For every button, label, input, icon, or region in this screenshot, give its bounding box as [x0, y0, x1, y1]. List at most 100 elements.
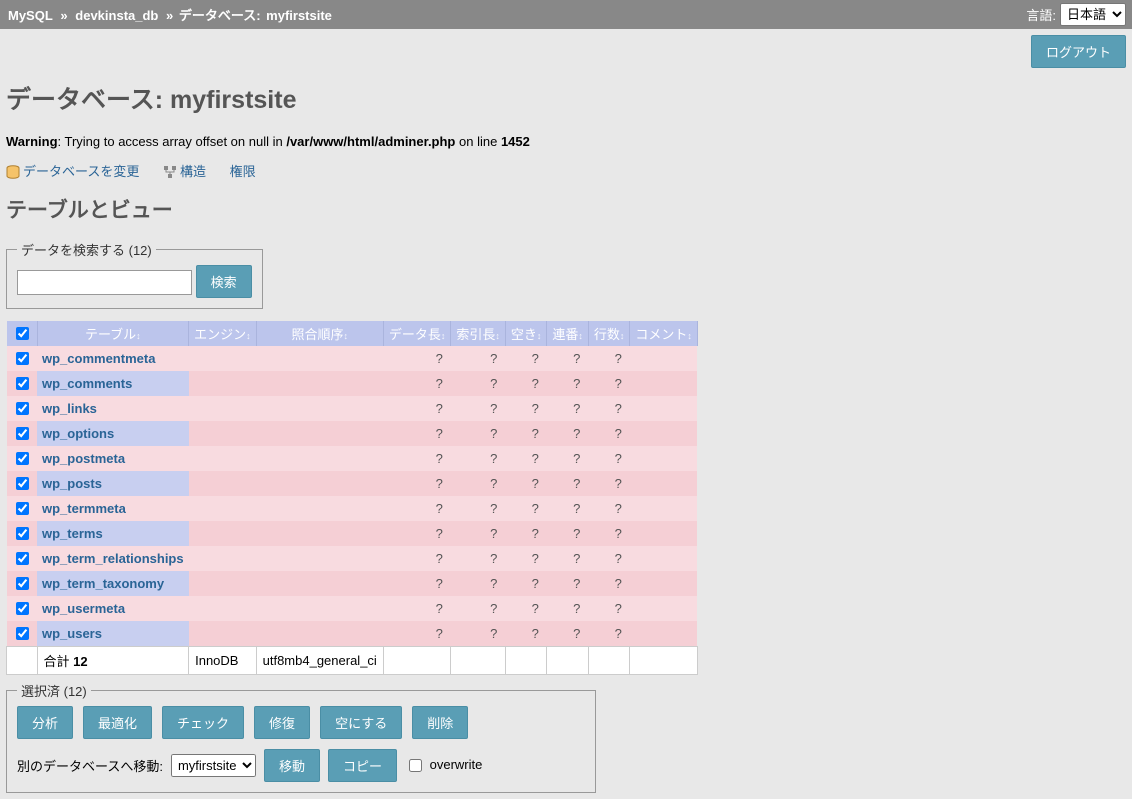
cell-unknown[interactable]: ?	[490, 601, 497, 616]
target-db-select[interactable]: myfirstsite	[171, 754, 256, 777]
language-select[interactable]: 日本語	[1060, 3, 1126, 26]
cell-unknown[interactable]: ?	[532, 401, 539, 416]
table-name-link[interactable]: wp_posts	[42, 476, 102, 491]
repair-button[interactable]: 修復	[254, 706, 310, 739]
search-button[interactable]: 検索	[196, 265, 252, 298]
logout-button[interactable]: ログアウト	[1031, 35, 1126, 68]
cell-unknown[interactable]: ?	[573, 501, 580, 516]
row-checkbox[interactable]	[16, 377, 29, 390]
cell-unknown[interactable]: ?	[573, 576, 580, 591]
cell-unknown[interactable]: ?	[532, 551, 539, 566]
column-header[interactable]: テーブル↕	[37, 321, 189, 346]
copy-button[interactable]: コピー	[328, 749, 397, 782]
truncate-button[interactable]: 空にする	[320, 706, 402, 739]
cell-unknown[interactable]: ?	[573, 376, 580, 391]
cell-unknown[interactable]: ?	[532, 626, 539, 641]
column-header[interactable]: 索引長↕	[451, 321, 506, 346]
cell-unknown[interactable]: ?	[532, 351, 539, 366]
row-checkbox[interactable]	[16, 477, 29, 490]
cell-unknown[interactable]: ?	[490, 476, 497, 491]
cell-unknown[interactable]: ?	[532, 526, 539, 541]
cell-unknown[interactable]: ?	[573, 551, 580, 566]
row-checkbox[interactable]	[16, 502, 29, 515]
cell-unknown[interactable]: ?	[436, 626, 443, 641]
cell-unknown[interactable]: ?	[532, 426, 539, 441]
cell-unknown[interactable]: ?	[615, 601, 622, 616]
check-button[interactable]: チェック	[162, 706, 244, 739]
table-name-link[interactable]: wp_comments	[42, 376, 132, 391]
cell-unknown[interactable]: ?	[532, 601, 539, 616]
table-name-link[interactable]: wp_usermeta	[42, 601, 125, 616]
table-name-link[interactable]: wp_links	[42, 401, 97, 416]
cell-unknown[interactable]: ?	[490, 376, 497, 391]
cell-unknown[interactable]: ?	[436, 376, 443, 391]
breadcrumb-server[interactable]: devkinsta_db	[75, 8, 158, 23]
table-name-link[interactable]: wp_term_relationships	[42, 551, 184, 566]
cell-unknown[interactable]: ?	[436, 426, 443, 441]
cell-unknown[interactable]: ?	[436, 576, 443, 591]
cell-unknown[interactable]: ?	[532, 501, 539, 516]
cell-unknown[interactable]: ?	[490, 551, 497, 566]
column-header[interactable]: 連番↕	[547, 321, 589, 346]
row-checkbox[interactable]	[16, 602, 29, 615]
cell-unknown[interactable]: ?	[436, 551, 443, 566]
cell-unknown[interactable]: ?	[573, 476, 580, 491]
cell-unknown[interactable]: ?	[490, 626, 497, 641]
row-checkbox[interactable]	[16, 577, 29, 590]
cell-unknown[interactable]: ?	[573, 401, 580, 416]
cell-unknown[interactable]: ?	[436, 401, 443, 416]
cell-unknown[interactable]: ?	[490, 576, 497, 591]
table-name-link[interactable]: wp_commentmeta	[42, 351, 155, 366]
row-checkbox[interactable]	[16, 527, 29, 540]
column-header[interactable]: データ長↕	[383, 321, 451, 346]
cell-unknown[interactable]: ?	[436, 476, 443, 491]
row-checkbox[interactable]	[16, 352, 29, 365]
cell-unknown[interactable]: ?	[615, 376, 622, 391]
cell-unknown[interactable]: ?	[490, 526, 497, 541]
table-name-link[interactable]: wp_postmeta	[42, 451, 125, 466]
cell-unknown[interactable]: ?	[615, 576, 622, 591]
row-checkbox[interactable]	[16, 402, 29, 415]
cell-unknown[interactable]: ?	[573, 351, 580, 366]
cell-unknown[interactable]: ?	[490, 351, 497, 366]
move-button[interactable]: 移動	[264, 749, 320, 782]
analyze-button[interactable]: 分析	[17, 706, 73, 739]
cell-unknown[interactable]: ?	[615, 626, 622, 641]
breadcrumb-db[interactable]: myfirstsite	[266, 8, 332, 23]
row-checkbox[interactable]	[16, 552, 29, 565]
cell-unknown[interactable]: ?	[573, 526, 580, 541]
cell-unknown[interactable]: ?	[532, 476, 539, 491]
column-header[interactable]: 行数↕	[588, 321, 630, 346]
column-header[interactable]: 照合順序↕	[256, 321, 383, 346]
column-header[interactable]: コメント↕	[630, 321, 698, 346]
cell-unknown[interactable]: ?	[573, 626, 580, 641]
breadcrumb-mysql[interactable]: MySQL	[8, 8, 53, 23]
schema-link[interactable]: 構造	[163, 164, 210, 179]
overwrite-checkbox[interactable]	[409, 759, 422, 772]
cell-unknown[interactable]: ?	[615, 551, 622, 566]
cell-unknown[interactable]: ?	[532, 376, 539, 391]
table-name-link[interactable]: wp_term_taxonomy	[42, 576, 164, 591]
table-name-link[interactable]: wp_termmeta	[42, 501, 126, 516]
alter-database-link[interactable]: データベースを変更	[6, 164, 143, 179]
table-name-link[interactable]: wp_users	[42, 626, 102, 641]
cell-unknown[interactable]: ?	[615, 426, 622, 441]
cell-unknown[interactable]: ?	[436, 601, 443, 616]
cell-unknown[interactable]: ?	[436, 501, 443, 516]
cell-unknown[interactable]: ?	[490, 451, 497, 466]
cell-unknown[interactable]: ?	[490, 426, 497, 441]
search-input[interactable]	[17, 270, 192, 295]
privileges-link[interactable]: 権限	[230, 164, 256, 179]
cell-unknown[interactable]: ?	[436, 351, 443, 366]
cell-unknown[interactable]: ?	[573, 426, 580, 441]
cell-unknown[interactable]: ?	[615, 401, 622, 416]
cell-unknown[interactable]: ?	[615, 501, 622, 516]
row-checkbox[interactable]	[16, 627, 29, 640]
row-checkbox[interactable]	[16, 452, 29, 465]
select-all-checkbox[interactable]	[16, 327, 29, 340]
table-name-link[interactable]: wp_options	[42, 426, 114, 441]
table-name-link[interactable]: wp_terms	[42, 526, 103, 541]
cell-unknown[interactable]: ?	[615, 351, 622, 366]
drop-button[interactable]: 削除	[412, 706, 468, 739]
cell-unknown[interactable]: ?	[436, 451, 443, 466]
